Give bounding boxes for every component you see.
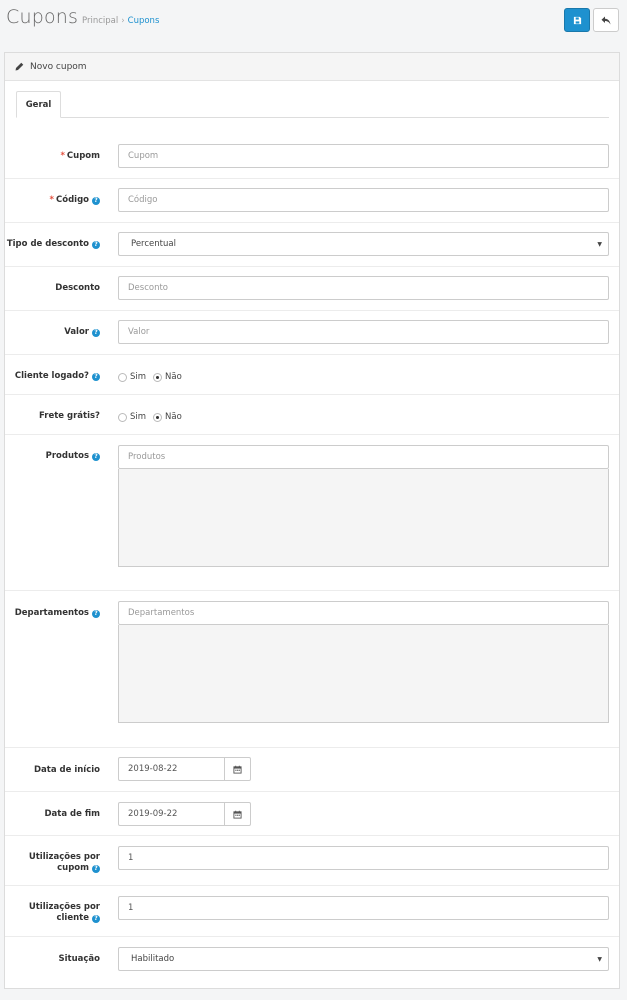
cupom-input[interactable]: Cupom [118, 144, 609, 168]
situacao-select[interactable]: Habilitado ▼ [118, 947, 609, 971]
form-row-data-inicio: Data de início 2019-08-22 [5, 747, 619, 791]
calendar-icon [233, 810, 242, 819]
cupom-label-text: Cupom [66, 151, 100, 161]
calendar-button[interactable] [224, 757, 251, 781]
data-inicio-picker: 2019-08-22 [118, 757, 251, 781]
produtos-input[interactable]: Produtos [118, 445, 609, 469]
help-icon[interactable]: ? [92, 865, 100, 873]
form-row-utilizacoes-cliente: Utilizações por cliente? 1 [5, 885, 619, 936]
coupon-form-panel: Novo cupom Geral * Cupom Cupom * Código? C… [4, 52, 620, 989]
back-button[interactable] [593, 8, 619, 32]
form-row-data-fim: Data de fim 2019-09-22 [5, 791, 619, 835]
codigo-input[interactable]: Código [118, 188, 609, 212]
data-inicio-label: Data de início [33, 765, 100, 775]
form-row-cupom: * Cupom Cupom [5, 134, 619, 178]
utilizacoes-cupom-input[interactable]: 1 [118, 846, 609, 870]
radio-nao[interactable] [153, 412, 163, 422]
data-fim-picker: 2019-09-22 [118, 802, 251, 826]
form-row-codigo: * Código? Código [5, 178, 619, 222]
form-row-cliente-logado: Cliente logado?? Sim Não [5, 354, 619, 394]
calendar-button[interactable] [224, 802, 251, 826]
frete-gratis-radio-group: Sim Não [118, 412, 189, 422]
utilizacoes-cliente-label-line1: Utilizações por [28, 902, 100, 912]
breadcrumb-separator: › [121, 16, 125, 26]
radio-nao[interactable] [153, 372, 163, 382]
save-icon [573, 16, 581, 24]
radio-nao-label[interactable]: Não [165, 372, 182, 382]
radio-sim[interactable] [118, 412, 127, 422]
help-icon[interactable]: ? [92, 915, 100, 923]
departamentos-label: Departamentos? [15, 608, 100, 619]
tipo-desconto-select[interactable]: Percentual ▼ [118, 232, 609, 256]
utilizacoes-cliente-input[interactable]: 1 [118, 896, 609, 920]
tipo-desconto-value: Percentual [131, 239, 176, 249]
desconto-input[interactable]: Desconto [118, 276, 609, 300]
radio-sim-label[interactable]: Sim [130, 412, 146, 422]
situacao-value: Habilitado [131, 954, 175, 964]
valor-input[interactable]: Valor [118, 320, 609, 344]
form-row-situacao: Situação Habilitado ▼ [5, 936, 619, 988]
utilizacoes-cliente-label-line2: cliente [56, 913, 89, 923]
situacao-label: Situação [58, 954, 101, 964]
produtos-label: Produtos? [46, 451, 100, 462]
breadcrumb: Principal › Cupons [82, 16, 159, 26]
valor-label-text: Valor [64, 327, 89, 337]
data-inicio-input[interactable]: 2019-08-22 [118, 757, 225, 781]
utilizacoes-cupom-label: Utilizações por cupom? [29, 852, 100, 874]
cupom-label: * Cupom [60, 151, 100, 162]
form-row-desconto: Desconto Desconto [5, 266, 619, 310]
calendar-icon [233, 765, 242, 774]
reply-icon [601, 16, 611, 24]
help-icon[interactable]: ? [92, 373, 100, 381]
codigo-label-text: Código [56, 195, 89, 205]
codigo-label: * Código? [50, 195, 100, 206]
form-row-departamentos: Departamentos? Departamentos [5, 590, 619, 747]
breadcrumb-home[interactable]: Principal [82, 16, 118, 26]
frete-gratis-label: Frete grátis? [39, 411, 100, 421]
desconto-label: Desconto [55, 283, 100, 293]
departamentos-list[interactable] [118, 625, 609, 723]
form-row-produtos: Produtos? Produtos [5, 434, 619, 590]
required-mark: * [49, 195, 54, 205]
required-mark: * [60, 151, 65, 161]
page-header: Cupons Principal › Cupons [0, 0, 627, 42]
help-icon[interactable]: ? [92, 241, 100, 249]
pencil-icon [15, 62, 24, 71]
page-title: Cupons [6, 6, 79, 28]
help-icon[interactable]: ? [92, 329, 100, 337]
form-row-frete-gratis: Frete grátis? Sim Não [5, 394, 619, 434]
help-icon[interactable]: ? [92, 610, 100, 618]
cliente-logado-label: Cliente logado?? [15, 371, 100, 382]
utilizacoes-cupom-label-line2: cupom [57, 863, 89, 873]
cliente-logado-radio-group: Sim Não [118, 372, 189, 382]
produtos-list[interactable] [118, 469, 609, 567]
form-row-utilizacoes-cupom: Utilizações por cupom? 1 [5, 835, 619, 885]
data-fim-input[interactable]: 2019-09-22 [118, 802, 225, 826]
form-row-valor: Valor? Valor [5, 310, 619, 354]
data-fim-label: Data de fim [44, 809, 100, 819]
help-icon[interactable]: ? [92, 453, 100, 461]
radio-nao-label[interactable]: Não [165, 412, 182, 422]
panel-heading: Novo cupom [5, 53, 619, 81]
breadcrumb-current[interactable]: Cupons [128, 16, 160, 26]
caret-down-icon: ▼ [597, 241, 602, 248]
tipo-desconto-label: Tipo de desconto? [7, 239, 100, 250]
radio-sim-label[interactable]: Sim [130, 372, 146, 382]
tipo-desconto-label-text: Tipo de desconto [6, 239, 89, 249]
radio-sim[interactable] [118, 372, 127, 382]
tab-geral[interactable]: Geral [16, 91, 61, 118]
valor-label: Valor? [64, 327, 100, 338]
save-button[interactable] [564, 8, 590, 32]
help-icon[interactable]: ? [92, 197, 100, 205]
departamentos-label-text: Departamentos [14, 608, 89, 618]
form-row-tipo-desconto: Tipo de desconto? Percentual ▼ [5, 222, 619, 266]
departamentos-input[interactable]: Departamentos [118, 601, 609, 625]
panel-title: Novo cupom [30, 61, 87, 72]
utilizacoes-cliente-label: Utilizações por cliente? [29, 902, 100, 924]
tab-bar: Geral [16, 91, 609, 118]
produtos-label-text: Produtos [45, 451, 89, 461]
caret-down-icon: ▼ [597, 956, 602, 963]
utilizacoes-cupom-label-line1: Utilizações por [28, 852, 100, 862]
cliente-logado-label-text: Cliente logado? [14, 371, 89, 381]
